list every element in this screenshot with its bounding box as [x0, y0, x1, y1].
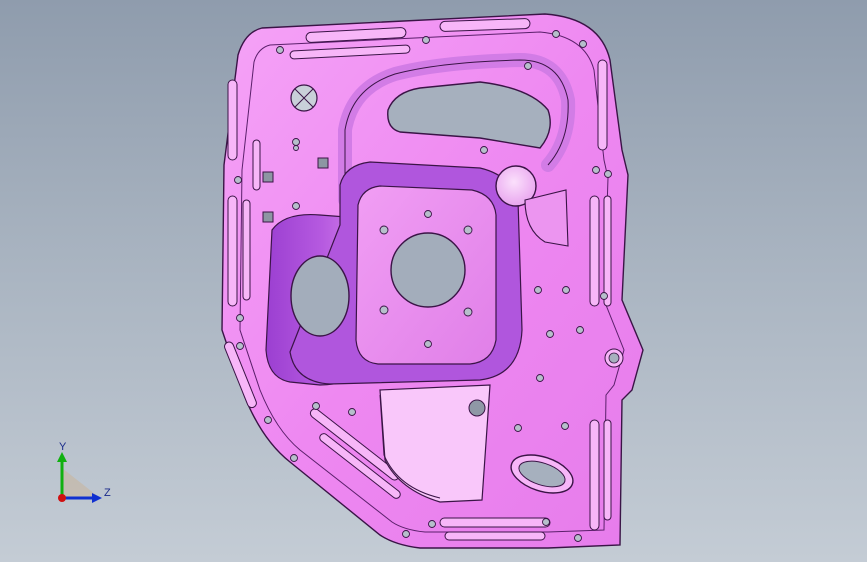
central-bore[interactable] — [390, 232, 466, 308]
y-axis-label: Y — [59, 441, 67, 453]
lower-boss-hole — [468, 399, 486, 417]
y-axis-arrow — [57, 452, 67, 462]
z-axis-label: Z — [104, 487, 111, 499]
crossed-target-marker — [290, 84, 318, 112]
coordinate-triad: Y Z — [57, 441, 111, 503]
left-oval-hole[interactable] — [290, 255, 350, 337]
3d-model-viewport[interactable] — [0, 0, 867, 562]
triad-y-axis-shadow — [62, 468, 100, 498]
right-edge-boss — [604, 348, 624, 368]
z-axis-arrow — [92, 493, 102, 503]
x-axis-dot — [58, 494, 66, 502]
